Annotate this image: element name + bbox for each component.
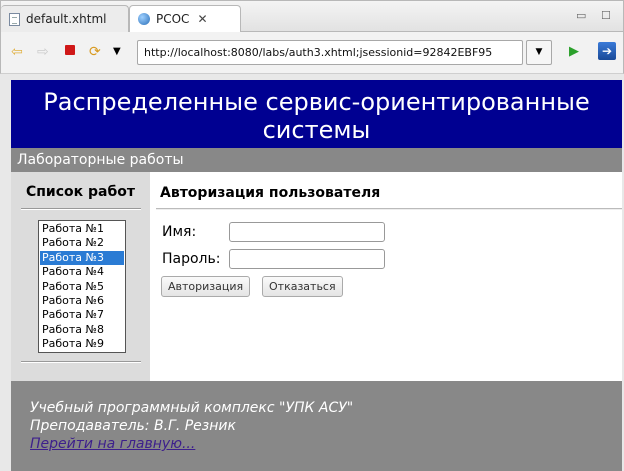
list-item[interactable]: Работа №6 [40,294,124,308]
web-page: Распределенные сервис-ориентированные си… [11,80,622,471]
page-title: Распределенные сервис-ориентированные си… [11,80,622,148]
editor-tab-strip: default.xhtml РСОС ✕ ▭ ☐ [0,0,624,32]
footer: Учебный программный комплекс "УПК АСУ" П… [11,381,622,471]
divider [21,208,141,210]
name-label: Имя: [162,224,197,240]
cancel-button[interactable]: Отказаться [262,276,343,297]
forward-arrow-icon[interactable]: ⇨ [37,43,49,61]
divider [156,208,622,210]
back-arrow-icon[interactable]: ⇦ [11,43,23,61]
file-icon [9,12,20,26]
form-title: Авторизация пользователя [160,185,381,201]
close-icon[interactable]: ✕ [197,12,207,26]
list-item[interactable]: Работа №3 [40,250,124,266]
list-item[interactable]: Работа №5 [40,280,124,294]
name-input[interactable] [229,222,385,242]
list-item[interactable]: Работа №9 [40,337,124,351]
list-item[interactable]: Работа №1 [40,222,124,236]
list-item[interactable]: Работа №2 [40,236,124,250]
footer-line-1: Учебный программный комплекс "УПК АСУ" [30,400,354,416]
tab-label: РСОС [156,12,190,26]
list-item[interactable]: Работа №7 [40,308,124,322]
sidebar: Список работ Работа №1 Работа №2 Работа №3… [11,172,150,381]
password-label: Пароль: [162,251,221,267]
tab-label: default.xhtml [26,12,107,26]
go-play-icon[interactable]: ▶ [569,43,579,61]
password-input[interactable] [229,249,385,269]
divider [21,361,141,363]
maximize-icon[interactable]: ☐ [601,9,611,22]
browser-toolbar: ⇦ ⇨ ⟳ ▼ http://localhost:8080/labs/auth3… [0,32,624,74]
url-field[interactable]: http://localhost:8080/labs/auth3.xhtml;j… [137,40,523,65]
home-link[interactable]: Перейти на главную... [30,436,195,452]
refresh-icon[interactable]: ⟳ [89,43,101,61]
section-bar: Лабораторные работы [11,148,622,172]
list-item[interactable]: Работа №4 [40,265,124,279]
globe-icon [138,13,150,25]
tab-default-xhtml[interactable]: default.xhtml [1,5,129,32]
chevron-down-icon[interactable]: ▼ [113,43,121,61]
work-listbox[interactable]: Работа №1 Работа №2 Работа №3 Работа №4 Рабо… [38,220,126,353]
sidebar-title: Список работ [25,184,136,200]
footer-line-2: Преподаватель: В.Г. Резник [30,418,236,434]
minimize-icon[interactable]: ▭ [576,9,586,22]
url-dropdown-button[interactable]: ▼ [526,40,552,65]
login-button[interactable]: Авторизация [161,276,251,297]
open-external-browser-icon[interactable]: ➔ [598,42,616,60]
stop-icon[interactable] [65,45,75,55]
list-item[interactable]: Работа №8 [40,323,124,337]
tab-rsos[interactable]: РСОС ✕ [129,5,241,32]
